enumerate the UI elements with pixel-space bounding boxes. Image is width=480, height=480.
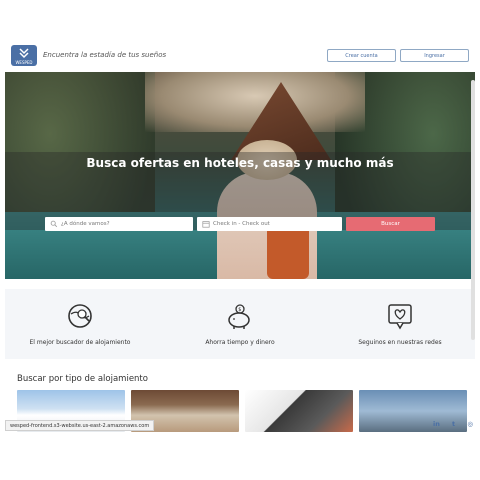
- calendar-icon: [202, 221, 210, 228]
- accommodation-card[interactable]: [245, 390, 353, 432]
- search-icon: [50, 220, 58, 228]
- accommodation-section-title: Buscar por tipo de alojamiento: [17, 374, 148, 384]
- search-button[interactable]: Buscar: [346, 217, 435, 231]
- dates-placeholder: Check in - Check out: [213, 221, 270, 227]
- social-links: in t ◎: [433, 418, 473, 430]
- create-account-button[interactable]: Crear cuenta: [327, 49, 396, 62]
- globe-search-icon: [68, 304, 92, 328]
- feature-item: El mejor buscador de alojamiento: [5, 289, 155, 359]
- features-section: El mejor buscador de alojamiento $ Ahorr…: [5, 289, 475, 359]
- feature-item: $ Ahorra tiempo y dinero: [165, 289, 315, 359]
- dates-input[interactable]: Check in - Check out: [197, 217, 342, 231]
- browser-page: WESPED Encuentra la estadía de tus sueño…: [5, 40, 475, 432]
- site-tagline: Encuentra la estadía de tus sueños: [43, 51, 167, 59]
- feature-label: Ahorra tiempo y dinero: [205, 339, 275, 346]
- piggy-bank-icon: $: [228, 304, 250, 329]
- search-bar: ¿A dónde vamos? Check in - Check out Bus…: [45, 217, 435, 231]
- destination-placeholder: ¿A dónde vamos?: [61, 221, 110, 227]
- twitter-icon[interactable]: t: [452, 420, 455, 428]
- link-status-bar: wesped-frontend.s3-website.us-east-2.ama…: [5, 420, 155, 431]
- instagram-icon[interactable]: ◎: [467, 420, 473, 428]
- site-header: WESPED Encuentra la estadía de tus sueño…: [5, 40, 475, 72]
- linkedin-icon[interactable]: in: [433, 420, 440, 428]
- feature-label: Seguinos en nuestras redes: [358, 339, 442, 346]
- heart-chat-icon: [388, 304, 412, 330]
- brand-logo[interactable]: WESPED: [11, 45, 37, 66]
- feature-label: El mejor buscador de alojamiento: [29, 339, 131, 346]
- hero-title: Busca ofertas en hoteles, casas y mucho …: [86, 156, 394, 170]
- logo-icon: [19, 48, 29, 59]
- logo-text: WESPED: [15, 60, 33, 65]
- svg-text:$: $: [238, 307, 241, 313]
- scrollbar[interactable]: [471, 80, 475, 340]
- feature-item: Seguinos en nuestras redes: [325, 289, 475, 359]
- destination-input[interactable]: ¿A dónde vamos?: [45, 217, 193, 231]
- hero-banner: Busca ofertas en hoteles, casas y mucho …: [5, 72, 475, 279]
- login-button[interactable]: Ingresar: [400, 49, 469, 62]
